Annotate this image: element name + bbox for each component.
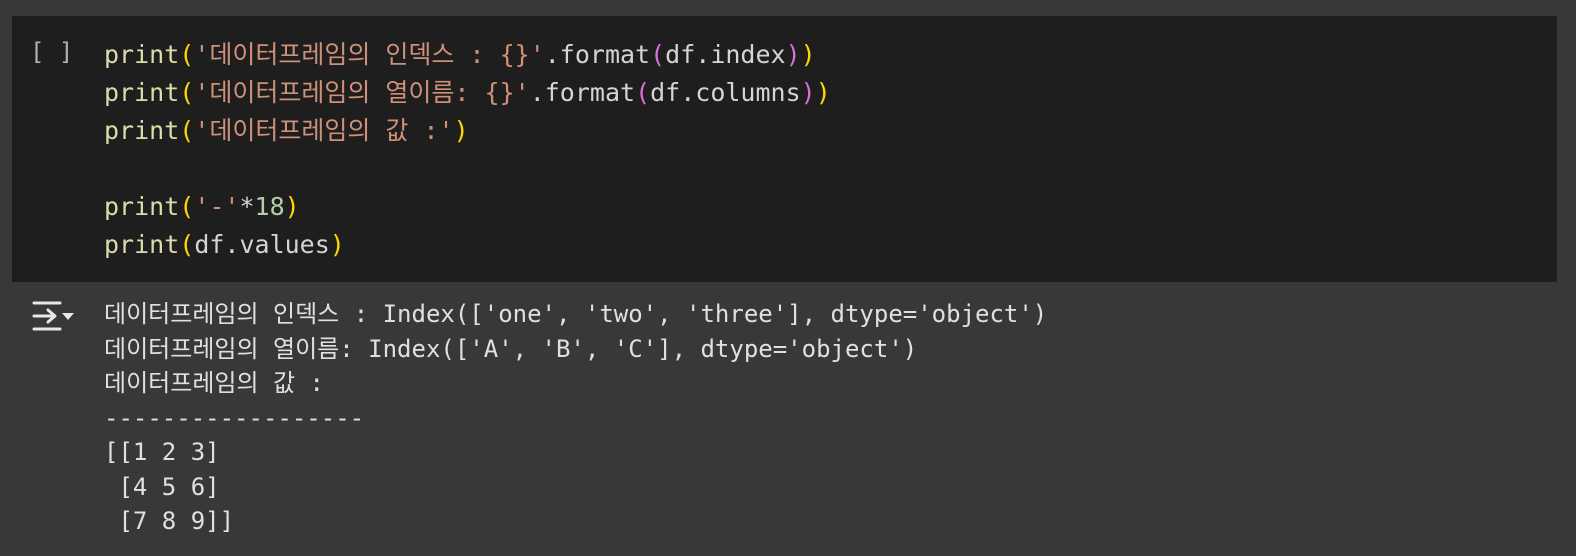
code-token: (	[179, 116, 195, 145]
code-token: (	[179, 230, 195, 259]
code-token: )	[800, 40, 816, 69]
code-line[interactable]: print('데이터프레임의 인덱스 : {}'.format(df.index…	[104, 36, 831, 74]
code-token: '데이터프레임의 값 :'	[194, 116, 454, 145]
code-line[interactable]: print(df.values)	[104, 226, 831, 264]
output-line: 데이터프레임의 값 :	[104, 369, 324, 397]
cell-output: 데이터프레임의 인덱스 : Index(['one', 'two', 'thre…	[104, 297, 1047, 539]
code-token: '데이터프레임의 열이름: {}'	[194, 78, 530, 107]
code-token: )	[815, 78, 831, 107]
code-token: (	[635, 78, 651, 107]
code-token: .format	[529, 78, 636, 107]
code-token: (	[179, 192, 195, 221]
code-token: *	[239, 192, 255, 221]
code-token: )	[329, 230, 345, 259]
run-cell-button[interactable]: [ ]	[30, 38, 73, 66]
output-line: [7 8 9]]	[104, 507, 235, 535]
code-token: )	[284, 192, 300, 221]
code-token: )	[800, 78, 816, 107]
code-token: print	[104, 116, 180, 145]
code-line[interactable]: print('데이터프레임의 값 :')	[104, 112, 831, 150]
output-line: ------------------	[104, 403, 365, 432]
output-line: [[1 2 3]	[104, 438, 220, 466]
output-toggle-icon[interactable]	[30, 298, 76, 334]
output-line: 데이터프레임의 열이름: Index(['A', 'B', 'C'], dtyp…	[104, 334, 918, 363]
code-line[interactable]	[104, 150, 831, 188]
code-token: df.values	[194, 230, 330, 259]
code-token: df.index	[665, 40, 786, 69]
code-token: )	[785, 40, 801, 69]
code-token: )	[453, 116, 469, 145]
code-token: .format	[544, 40, 651, 69]
code-editor[interactable]: print('데이터프레임의 인덱스 : {}'.format(df.index…	[104, 36, 831, 264]
code-token: '데이터프레임의 인덱스 : {}'	[194, 40, 545, 69]
code-line[interactable]: print('데이터프레임의 열이름: {}'.format(df.column…	[104, 74, 831, 112]
code-token: (	[650, 40, 666, 69]
code-line[interactable]: print('-'*18)	[104, 188, 831, 226]
code-token: (	[179, 78, 195, 107]
code-token: df.columns	[650, 78, 801, 107]
code-token: print	[104, 230, 180, 259]
code-token: 18	[254, 192, 285, 221]
code-token: print	[104, 40, 180, 69]
output-line: [4 5 6]	[104, 472, 220, 501]
code-token: (	[179, 40, 195, 69]
code-token: '-'	[194, 192, 240, 221]
code-token: print	[104, 78, 180, 107]
code-token: print	[104, 192, 180, 221]
output-line: 데이터프레임의 인덱스 : Index(['one', 'two', 'thre…	[104, 300, 1048, 328]
